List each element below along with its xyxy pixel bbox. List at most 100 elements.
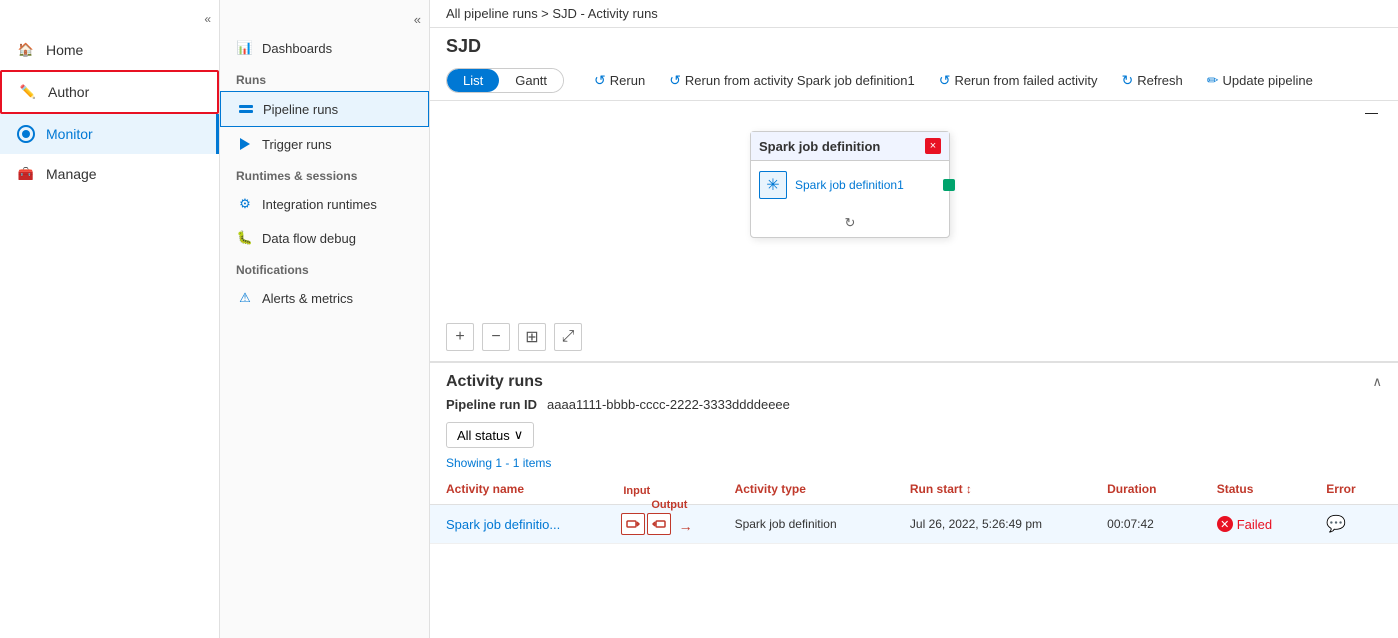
runs-section-label: Runs xyxy=(220,65,429,91)
spark-card-header: Spark job definition × xyxy=(751,132,949,161)
cell-run-start: Jul 26, 2022, 5:26:49 pm xyxy=(894,505,1091,544)
activity-runs-collapse[interactable]: ∧ xyxy=(1372,374,1382,390)
col-duration: Duration xyxy=(1091,474,1201,505)
pipeline-runs-icon xyxy=(237,100,255,118)
cell-activity-type: Spark job definition xyxy=(719,505,894,544)
cell-activity-name: Spark job definitio... xyxy=(430,505,605,544)
status-filter-chevron: ∨ xyxy=(514,427,524,443)
breadcrumb-link[interactable]: All pipeline runs xyxy=(446,6,538,21)
expand-button[interactable]: ⤢ xyxy=(554,323,582,351)
input-annotation: Input xyxy=(623,485,650,497)
left-sidebar-collapse[interactable]: « xyxy=(196,8,219,30)
sidebar-label-monitor: Monitor xyxy=(46,126,93,142)
sidebar-item-manage[interactable]: 🧰 Manage xyxy=(0,154,219,194)
update-pipeline-icon: ✏ xyxy=(1207,72,1219,89)
tab-list[interactable]: List xyxy=(447,69,499,92)
sidebar-item-author[interactable]: ✏️ Author xyxy=(0,70,219,114)
status-label: Failed xyxy=(1237,517,1272,532)
spark-card-status-icon: ↻ xyxy=(845,215,856,231)
input-button[interactable] xyxy=(621,513,645,535)
input-output-buttons xyxy=(621,513,671,535)
sidebar-label-manage: Manage xyxy=(46,166,97,182)
sidebar-item-alerts-metrics[interactable]: ⚠ Alerts & metrics xyxy=(220,281,429,315)
canvas-toolbar: + − ⊞ ⤢ xyxy=(446,323,582,351)
dashboards-label: Dashboards xyxy=(262,41,332,56)
canvas-collapse[interactable]: — xyxy=(1361,101,1382,124)
cell-status: ✕ Failed xyxy=(1201,505,1311,544)
spark-card-title: Spark job definition xyxy=(759,139,880,154)
activity-name-link[interactable]: Spark job definitio... xyxy=(446,517,560,532)
cell-error: 💬 xyxy=(1310,505,1398,544)
spark-card-icon: ✳ xyxy=(759,171,787,199)
spark-card-close-button[interactable]: × xyxy=(925,138,941,154)
activity-runs-section: Activity runs ∧ Pipeline run ID aaaa1111… xyxy=(430,361,1398,638)
spark-card-name: Spark job definition1 xyxy=(795,178,904,192)
failed-icon: ✕ xyxy=(1217,516,1233,532)
error-comment-icon[interactable]: 💬 xyxy=(1326,516,1346,533)
data-flow-debug-label: Data flow debug xyxy=(262,231,356,246)
refresh-icon: ↻ xyxy=(1122,72,1134,89)
breadcrumb-current: SJD - Activity runs xyxy=(552,6,657,21)
rerun-failed-label: Rerun from failed activity xyxy=(954,73,1097,88)
tab-gantt[interactable]: Gantt xyxy=(499,69,563,92)
zoom-in-button[interactable]: + xyxy=(446,323,474,351)
canvas-area: Spark job definition × ✳ Spark job defin… xyxy=(430,101,1398,361)
table-header-row: Activity name Activity type Run start ↕ … xyxy=(430,474,1398,505)
rerun-failed-icon: ↺ xyxy=(939,72,951,89)
breadcrumb-separator: > xyxy=(541,6,552,21)
sidebar-item-monitor[interactable]: Monitor xyxy=(0,114,219,154)
sidebar-item-trigger-runs[interactable]: Trigger runs xyxy=(220,127,429,161)
cell-input-output: Input Output xyxy=(605,505,718,544)
status-filter-button[interactable]: All status ∨ xyxy=(446,422,534,448)
left-sidebar: « 🏠 Home ✏️ Author Monitor 🧰 Manage xyxy=(0,0,220,638)
second-sidebar: « 📊 Dashboards Runs Pipeline runs Trigge… xyxy=(220,0,430,638)
rerun-button[interactable]: ↺ Rerun xyxy=(584,67,655,94)
refresh-label: Refresh xyxy=(1137,73,1183,88)
collapse-minus-icon: — xyxy=(1365,105,1378,120)
col-run-start: Run start ↕ xyxy=(894,474,1091,505)
activity-runs-title: Activity runs xyxy=(446,373,543,391)
output-annotation: Output xyxy=(651,499,687,511)
update-pipeline-label: Update pipeline xyxy=(1223,73,1313,88)
alerts-metrics-label: Alerts & metrics xyxy=(262,291,353,306)
rerun-activity-icon: ↺ xyxy=(669,72,681,89)
col-activity-type: Activity type xyxy=(719,474,894,505)
toolbar: List Gantt ↺ Rerun ↺ Rerun from activity… xyxy=(430,61,1398,101)
author-icon: ✏️ xyxy=(18,82,38,102)
breadcrumb: All pipeline runs > SJD - Activity runs xyxy=(430,0,1398,28)
sidebar-label-author: Author xyxy=(48,84,89,100)
sidebar-item-dashboards[interactable]: 📊 Dashboards xyxy=(220,31,429,65)
status-filter-label: All status xyxy=(457,428,510,443)
spark-card-footer: ↻ xyxy=(751,209,949,237)
rerun-label: Rerun xyxy=(610,73,645,88)
fit-view-button[interactable]: ⊞ xyxy=(518,323,546,351)
activity-runs-table-container: Activity name Activity type Run start ↕ … xyxy=(430,474,1398,544)
refresh-button[interactable]: ↻ Refresh xyxy=(1112,67,1193,94)
second-sidebar-collapse[interactable]: « xyxy=(220,8,429,31)
monitor-icon xyxy=(16,124,36,144)
rerun-failed-button[interactable]: ↺ Rerun from failed activity xyxy=(929,67,1108,94)
home-icon: 🏠 xyxy=(16,40,36,60)
zoom-out-button[interactable]: − xyxy=(482,323,510,351)
sidebar-item-pipeline-runs[interactable]: Pipeline runs xyxy=(220,91,429,127)
manage-icon: 🧰 xyxy=(16,164,36,184)
dashboards-icon: 📊 xyxy=(236,39,254,57)
alerts-metrics-icon: ⚠ xyxy=(236,289,254,307)
cell-duration: 00:07:42 xyxy=(1091,505,1201,544)
update-pipeline-button[interactable]: ✏ Update pipeline xyxy=(1197,67,1323,94)
sidebar-item-data-flow-debug[interactable]: 🐛 Data flow debug xyxy=(220,221,429,255)
pipeline-runs-label: Pipeline runs xyxy=(263,102,338,117)
rerun-activity-button[interactable]: ↺ Rerun from activity Spark job definiti… xyxy=(659,67,925,94)
notifications-section-label: Notifications xyxy=(220,255,429,281)
sidebar-label-home: Home xyxy=(46,42,83,58)
integration-runtimes-label: Integration runtimes xyxy=(262,197,377,212)
output-button[interactable] xyxy=(647,513,671,535)
status-failed-container: ✕ Failed xyxy=(1217,516,1295,532)
sidebar-item-integration-runtimes[interactable]: ⚙ Integration runtimes xyxy=(220,187,429,221)
col-activity-name: Activity name xyxy=(430,474,605,505)
sidebar-item-home[interactable]: 🏠 Home xyxy=(0,30,219,70)
col-error: Error xyxy=(1310,474,1398,505)
spark-card-port xyxy=(943,179,955,191)
table-row: Spark job definitio... Input Output xyxy=(430,505,1398,544)
trigger-runs-label: Trigger runs xyxy=(262,137,332,152)
